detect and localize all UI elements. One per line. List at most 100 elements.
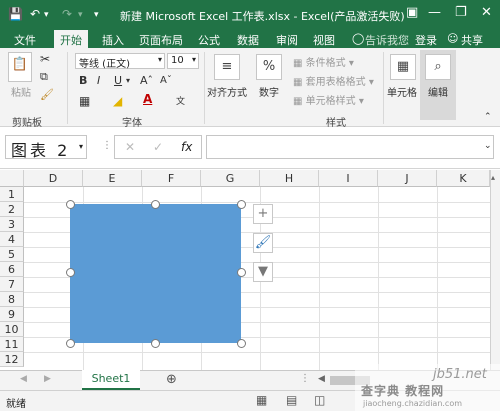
ribbon-options-icon[interactable]: ▣ — [406, 5, 418, 20]
select-all-corner[interactable] — [0, 170, 24, 187]
vertical-scrollbar[interactable] — [490, 170, 500, 370]
column-header-h[interactable]: H — [260, 170, 319, 187]
row-header[interactable]: 10 — [0, 322, 24, 337]
save-icon[interactable]: 💾 — [8, 7, 23, 21]
resize-handle[interactable] — [66, 339, 75, 348]
login-link[interactable]: 登录 — [415, 32, 437, 48]
add-sheet-icon[interactable]: ⊕ — [166, 372, 177, 387]
share-button[interactable]: 共享 — [461, 32, 483, 48]
tab-split-handle-icon[interactable]: ⋮ — [300, 373, 310, 384]
fill-color-icon[interactable]: ◢ — [113, 94, 122, 108]
cancel-icon[interactable]: ✕ — [125, 140, 135, 154]
row-header[interactable]: 11 — [0, 337, 24, 352]
next-sheet-icon[interactable]: ▶ — [44, 374, 51, 384]
table-format-button[interactable]: ▦ 套用表格格式 ▾ — [293, 73, 374, 88]
customize-toolbar-icon[interactable]: ▾ — [94, 10, 99, 20]
sheet-tab-sheet1[interactable]: Sheet1 — [82, 370, 140, 390]
row-header[interactable]: 4 — [0, 232, 24, 247]
chart-elements-plus-icon[interactable]: + — [253, 204, 273, 224]
column-header-k[interactable]: K — [437, 170, 490, 187]
scroll-up-icon[interactable]: ▴ — [491, 173, 495, 182]
resize-handle[interactable] — [151, 200, 160, 209]
tab-view[interactable]: 视图 — [313, 32, 335, 48]
row-header[interactable]: 9 — [0, 307, 24, 322]
tab-insert[interactable]: 插入 — [102, 32, 124, 48]
format-painter-icon[interactable]: 🖌 — [40, 88, 54, 101]
column-header-d[interactable]: D — [24, 170, 83, 187]
italic-button[interactable]: I — [97, 74, 100, 87]
resize-handle[interactable] — [66, 200, 75, 209]
conditional-format-button[interactable]: ▦ 条件格式 ▾ — [293, 54, 354, 69]
resize-handle[interactable] — [237, 339, 246, 348]
name-box[interactable]: 图表 2 ▾ — [5, 135, 87, 160]
tab-formulas[interactable]: 公式 — [198, 32, 220, 48]
collapse-ribbon-icon[interactable]: ⌃ — [484, 112, 492, 122]
column-header-j[interactable]: J — [378, 170, 437, 187]
redo-dropdown-icon[interactable]: ▾ — [78, 10, 83, 20]
close-icon[interactable]: ✕ — [481, 5, 492, 20]
row-header[interactable]: 12 — [0, 352, 24, 367]
font-size-select[interactable]: 10 ▾ — [167, 53, 199, 69]
row-header[interactable]: 1 — [0, 187, 24, 202]
paste-button[interactable]: 粘贴 — [11, 84, 31, 99]
search-icon[interactable]: ⌕ — [425, 54, 451, 80]
paste-icon[interactable]: 📋 — [8, 52, 32, 82]
undo-icon[interactable]: ↶ — [30, 7, 40, 21]
alignment-button[interactable]: 对齐方式 — [207, 84, 247, 99]
normal-view-icon[interactable]: ▦ — [256, 393, 267, 407]
decrease-font-icon[interactable]: Aˇ — [160, 75, 172, 86]
row-header[interactable]: 8 — [0, 292, 24, 307]
resize-handle[interactable] — [237, 268, 246, 277]
alignment-icon[interactable]: ≡ — [214, 54, 240, 80]
redo-icon[interactable]: ↷ — [62, 7, 72, 21]
prev-sheet-icon[interactable]: ◀ — [20, 374, 27, 384]
underline-dropdown-icon[interactable]: ▾ — [126, 76, 130, 85]
formula-input[interactable] — [206, 135, 494, 159]
phonetic-icon[interactable]: 文 — [176, 94, 185, 107]
column-header-f[interactable]: F — [142, 170, 201, 187]
formula-bar-handle-icon[interactable]: ⋮ — [102, 140, 112, 151]
number-button[interactable]: 数字 — [259, 84, 279, 99]
copy-icon[interactable]: ⧉ — [40, 70, 48, 84]
scroll-left-icon[interactable]: ◀ — [318, 374, 325, 384]
editing-button[interactable]: 编辑 — [428, 84, 448, 99]
border-icon[interactable]: ▦ — [79, 94, 90, 108]
percent-icon[interactable]: % — [256, 54, 282, 80]
expand-formula-icon[interactable]: ⌄ — [484, 141, 492, 151]
cell-styles-button[interactable]: ▦ 单元格样式 ▾ — [293, 92, 364, 107]
tab-page-layout[interactable]: 页面布局 — [139, 32, 183, 48]
tab-file[interactable]: 文件 — [14, 32, 36, 48]
undo-dropdown-icon[interactable]: ▾ — [44, 10, 49, 20]
enter-icon[interactable]: ✓ — [153, 140, 163, 154]
chart-area[interactable] — [70, 204, 241, 343]
tab-review[interactable]: 审阅 — [276, 32, 298, 48]
chart-filters-funnel-icon[interactable]: ▼ — [253, 262, 273, 282]
font-color-icon[interactable]: A — [143, 92, 152, 106]
insert-function-button[interactable]: fx — [181, 140, 192, 154]
page-layout-view-icon[interactable]: ▤ — [286, 393, 297, 407]
cut-icon[interactable]: ✂ — [40, 52, 50, 66]
resize-handle[interactable] — [237, 200, 246, 209]
minimize-icon[interactable]: — — [428, 5, 441, 20]
increase-font-icon[interactable]: Aˆ — [140, 74, 153, 87]
bold-button[interactable]: B — [79, 74, 87, 87]
cells-button[interactable]: 单元格 — [387, 84, 417, 99]
tab-data[interactable]: 数据 — [237, 32, 259, 48]
underline-button[interactable]: U — [114, 74, 122, 87]
row-header[interactable]: 3 — [0, 217, 24, 232]
page-break-view-icon[interactable]: ◫ — [314, 393, 325, 407]
font-name-select[interactable]: 等线 (正文) ▾ — [75, 53, 165, 70]
row-header[interactable]: 5 — [0, 247, 24, 262]
tell-me-box[interactable]: 告诉我您 — [365, 32, 409, 48]
row-header[interactable]: 7 — [0, 277, 24, 292]
column-header-g[interactable]: G — [201, 170, 260, 187]
resize-handle[interactable] — [151, 339, 160, 348]
tab-home[interactable]: 开始 — [54, 30, 88, 48]
column-header-e[interactable]: E — [83, 170, 142, 187]
column-header-i[interactable]: I — [319, 170, 378, 187]
row-header[interactable]: 2 — [0, 202, 24, 217]
resize-handle[interactable] — [66, 268, 75, 277]
chart-styles-brush-icon[interactable]: 🖌 — [253, 233, 273, 253]
restore-icon[interactable]: ❐ — [455, 5, 467, 20]
row-header[interactable]: 6 — [0, 262, 24, 277]
